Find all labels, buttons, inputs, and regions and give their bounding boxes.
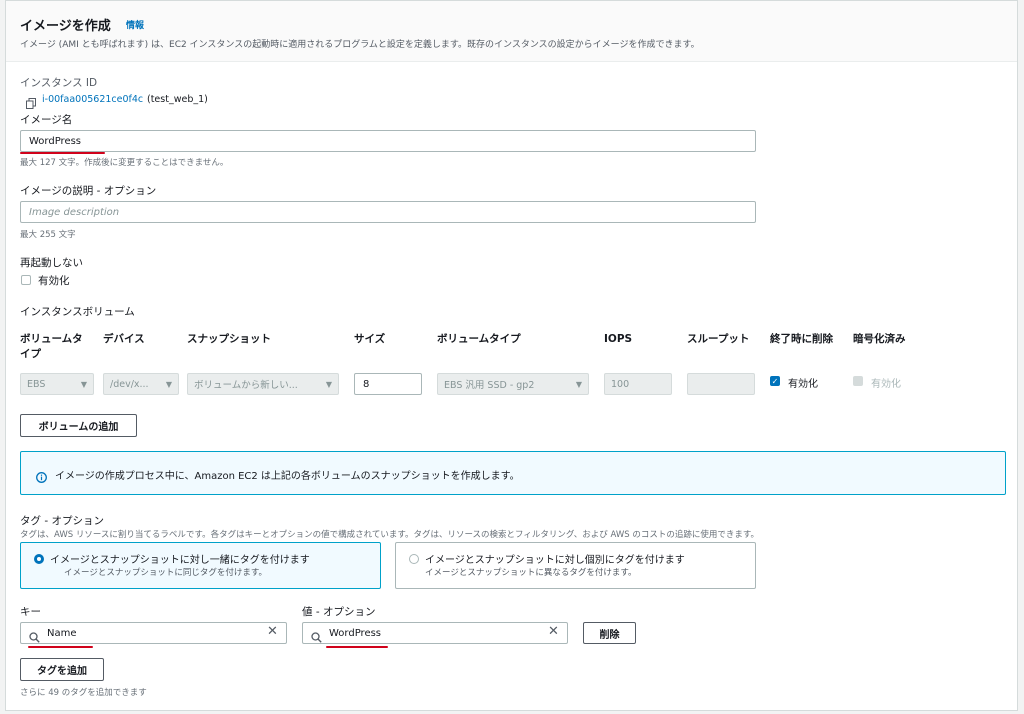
copy-icon[interactable] <box>26 94 36 109</box>
image-description-input[interactable]: Image description <box>20 201 756 223</box>
tag-key-label: キー <box>20 606 41 618</box>
col-delete-on-termination: 終了時に削除 <box>770 333 833 345</box>
image-description-label: イメージの説明 - オプション <box>20 185 157 197</box>
volume-kind-value: EBS 汎用 SSD - gp2 <box>444 380 535 391</box>
caret-down-icon: ▼ <box>325 379 332 389</box>
iops-value: 100 <box>611 378 630 390</box>
col-volume-type: ボリュームタ イプ <box>20 333 83 360</box>
instance-volumes-label: インスタンスボリューム <box>20 306 135 318</box>
volume-type-select[interactable]: EBS ▼ <box>20 373 94 395</box>
no-reboot-label: 再起動しない <box>20 257 83 269</box>
snapshot-select[interactable]: ボリュームから新しい... ▼ <box>187 373 339 395</box>
col-snapshot: スナップショット <box>187 333 271 345</box>
tag-value-value: WordPress <box>329 627 382 639</box>
tag-value-label: 値 - オプション <box>302 606 376 618</box>
tag-key-input[interactable]: Name <box>20 622 287 644</box>
encrypted-checkbox <box>853 376 863 386</box>
instance-id-link[interactable]: i-00faa005621ce0f4c <box>42 94 143 105</box>
col-size: サイズ <box>354 333 386 345</box>
annotation-underline <box>20 152 105 154</box>
remove-tag-button[interactable]: 削除 <box>583 622 636 644</box>
tags-hint: タグは、AWS リソースに割り当てるラベルです。各タグはキーとオプションの値で構… <box>20 530 759 540</box>
device-value: /dev/x... <box>110 378 149 390</box>
annotation-underline <box>28 646 93 648</box>
page-title: イメージを作成 <box>20 19 111 34</box>
info-link[interactable]: 情報 <box>126 18 144 31</box>
tag-together-title: イメージとスナップショットに対し一緒にタグを付けます <box>50 555 310 566</box>
col-iops: IOPS <box>604 333 633 345</box>
delete-on-termination-label: 有効化 <box>788 379 818 390</box>
tag-key-value: Name <box>47 627 77 639</box>
add-tag-button[interactable]: タグを追加 <box>20 658 104 681</box>
iops-input: 100 <box>604 373 672 395</box>
tag-separate-desc: イメージとスナップショットに異なるタグを付けます。 <box>425 568 637 578</box>
delete-on-termination-checkbox[interactable]: ✓ <box>770 376 780 386</box>
image-name-input[interactable]: WordPress <box>20 130 756 152</box>
device-select[interactable]: /dev/x... ▼ <box>103 373 179 395</box>
col-encrypted: 暗号化済み <box>853 333 906 345</box>
snapshot-info-alert: イメージの作成プロセス中に、Amazon EC2 は上記の各ボリュームのスナップ… <box>20 451 1006 495</box>
clear-value-icon[interactable]: ✕ <box>548 624 559 639</box>
snapshot-info-text: イメージの作成プロセス中に、Amazon EC2 は上記の各ボリュームのスナップ… <box>55 471 520 482</box>
tag-together-option[interactable]: イメージとスナップショットに対し一緒にタグを付けます イメージとスナップショット… <box>20 542 381 589</box>
col-device: デバイス <box>103 333 145 345</box>
remaining-tags-hint: さらに 49 のタグを追加できます <box>20 688 147 698</box>
instance-name: (test_web_1) <box>147 94 208 105</box>
clear-key-icon[interactable]: ✕ <box>267 624 278 639</box>
tag-separate-radio[interactable] <box>409 554 419 564</box>
no-reboot-checkbox[interactable] <box>21 275 31 285</box>
snapshot-value: ボリュームから新しい... <box>194 380 298 391</box>
image-name-label: イメージ名 <box>20 114 73 126</box>
panel-header: イメージを作成 情報 イメージ (AMI とも呼ばれます) は、EC2 インスタ… <box>6 1 1017 62</box>
throughput-input <box>687 373 755 395</box>
size-input[interactable]: 8 <box>354 373 422 395</box>
encrypted-label: 有効化 <box>871 379 901 390</box>
create-image-panel: イメージを作成 情報 イメージ (AMI とも呼ばれます) は、EC2 インスタ… <box>5 0 1018 711</box>
page-description: イメージ (AMI とも呼ばれます) は、EC2 インスタンスの起動時に適用され… <box>20 40 700 50</box>
tag-separate-title: イメージとスナップショットに対し個別にタグを付けます <box>425 555 685 566</box>
tags-label: タグ - オプション <box>20 515 104 527</box>
add-volume-button[interactable]: ボリュームの追加 <box>20 414 137 437</box>
no-reboot-option-label: 有効化 <box>38 275 70 287</box>
info-icon <box>36 468 47 483</box>
annotation-underline <box>326 646 388 648</box>
caret-down-icon: ▼ <box>165 379 172 389</box>
caret-down-icon: ▼ <box>80 379 87 389</box>
image-name-hint: 最大 127 文字。作成後に変更することはできません。 <box>20 158 229 168</box>
tag-together-desc: イメージとスナップショットに同じタグを付けます。 <box>64 568 267 578</box>
col-throughput: スループット <box>687 333 750 345</box>
volume-type-value: EBS <box>27 378 46 390</box>
col-volume-kind: ボリュームタイプ <box>437 333 521 345</box>
volume-kind-select[interactable]: EBS 汎用 SSD - gp2 ▼ <box>437 373 589 395</box>
search-icon <box>29 628 40 643</box>
tag-value-input[interactable]: WordPress <box>302 622 568 644</box>
tag-together-radio[interactable] <box>34 554 44 564</box>
search-icon <box>311 628 322 643</box>
tag-separate-option[interactable]: イメージとスナップショットに対し個別にタグを付けます イメージとスナップショット… <box>395 542 756 589</box>
caret-down-icon: ▼ <box>575 379 582 389</box>
image-description-hint: 最大 255 文字 <box>20 230 76 240</box>
instance-id-label: インスタンス ID <box>20 77 98 89</box>
